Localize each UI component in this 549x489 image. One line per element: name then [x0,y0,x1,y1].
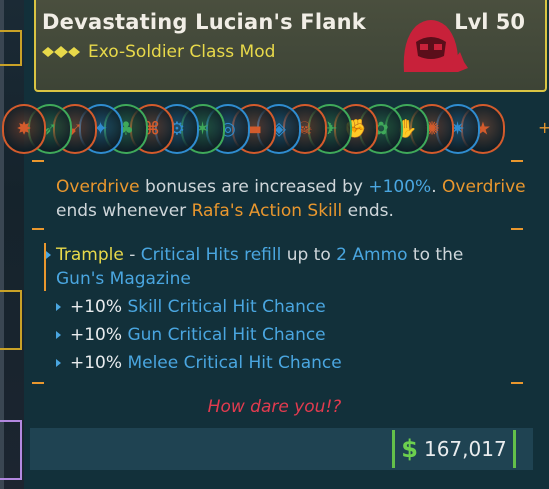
keyword-overdrive: Overdrive [442,177,526,197]
perk-keyword: Gun's Magazine [56,269,191,289]
bullet-arrow-icon [56,359,61,367]
desc-text: . [431,177,443,197]
stat-value: +10% [70,353,123,373]
perk-text: up to [281,245,337,265]
item-level: Lvl 50 [454,10,525,34]
section-divider [30,382,525,392]
desc-text: ends whenever [56,201,192,221]
perk-stat: +10% Melee Critical Hit Chance [56,351,546,375]
divider-tick [32,160,44,162]
desc-text: ends. [342,201,394,221]
desc-text: bonuses are increased by [139,177,369,197]
class-mod-label: Exo-Soldier Class Mod [88,42,276,62]
bullet-arrow-icon [56,331,61,339]
stat-label: Melee Critical Hit Chance [127,353,342,373]
divider-tick [32,382,44,384]
inventory-slot[interactable] [0,420,22,480]
more-skills-icon: + [538,118,549,137]
perk-text: to the [407,245,464,265]
inventory-slot[interactable] [0,290,22,350]
inventory-slot[interactable] [0,30,22,66]
skull-burst-icon[interactable]: ✸ [2,104,46,154]
chevron-rank-icon [42,46,80,58]
stat-value: +10% [70,325,123,345]
perk-keyword: 2 Ammo [336,245,408,265]
keyword-rafa: Rafa's [191,201,244,221]
divider-tick [511,382,523,384]
price-bar: $ 167,017 [30,428,533,470]
section-divider [30,228,525,238]
class-row: Exo-Soldier Class Mod [42,42,275,62]
dollar-icon: $ [401,435,418,463]
divider-tick [511,160,523,162]
item-description: Overdrive bonuses are increased by +100%… [56,175,546,223]
perk-text: - [123,245,141,265]
keyword-action-skill: Action Skill [248,201,343,221]
perk-stat: +10% Skill Critical Hit Chance [56,295,546,319]
item-price: 167,017 [423,437,507,461]
bullet-arrow-icon [56,303,61,311]
perk-list: Trample - Critical Hits refill up to 2 A… [44,243,546,379]
stat-value: +10% [70,297,123,317]
perk-name: Trample [56,245,124,265]
perk-keyword: Critical Hits refill [140,245,282,265]
stat-label: Gun Critical Hit Chance [127,325,326,345]
skill-glyph: ✸ [16,118,32,140]
flavor-text: How dare you!? [207,397,342,417]
price-box: $ 167,017 [392,430,516,468]
bullet-arrow-icon [46,251,51,259]
section-divider [30,160,525,170]
perk-stat: +10% Gun Critical Hit Chance [56,323,546,347]
item-header: Devastating Lucian's Flank Exo-Soldier C… [34,0,547,92]
perk-trample: Trample - Critical Hits refill up to 2 A… [44,243,546,291]
item-name: Devastating Lucian's Flank [42,10,366,34]
skill-icon-bar: + ✸ ➶ ➹ ✦ ♣ ⌘ ⚙ ✶ ◎ ▬ ◈ ☠ ✈ ✊ ✿ ✋ ✺ ✷ ★ [0,104,549,154]
keyword-overdrive: Overdrive [56,177,140,197]
bonus-value: +100% [368,177,432,197]
stat-label: Skill Critical Hit Chance [127,297,326,317]
divider-tick [32,228,44,230]
divider-tick [511,228,523,230]
